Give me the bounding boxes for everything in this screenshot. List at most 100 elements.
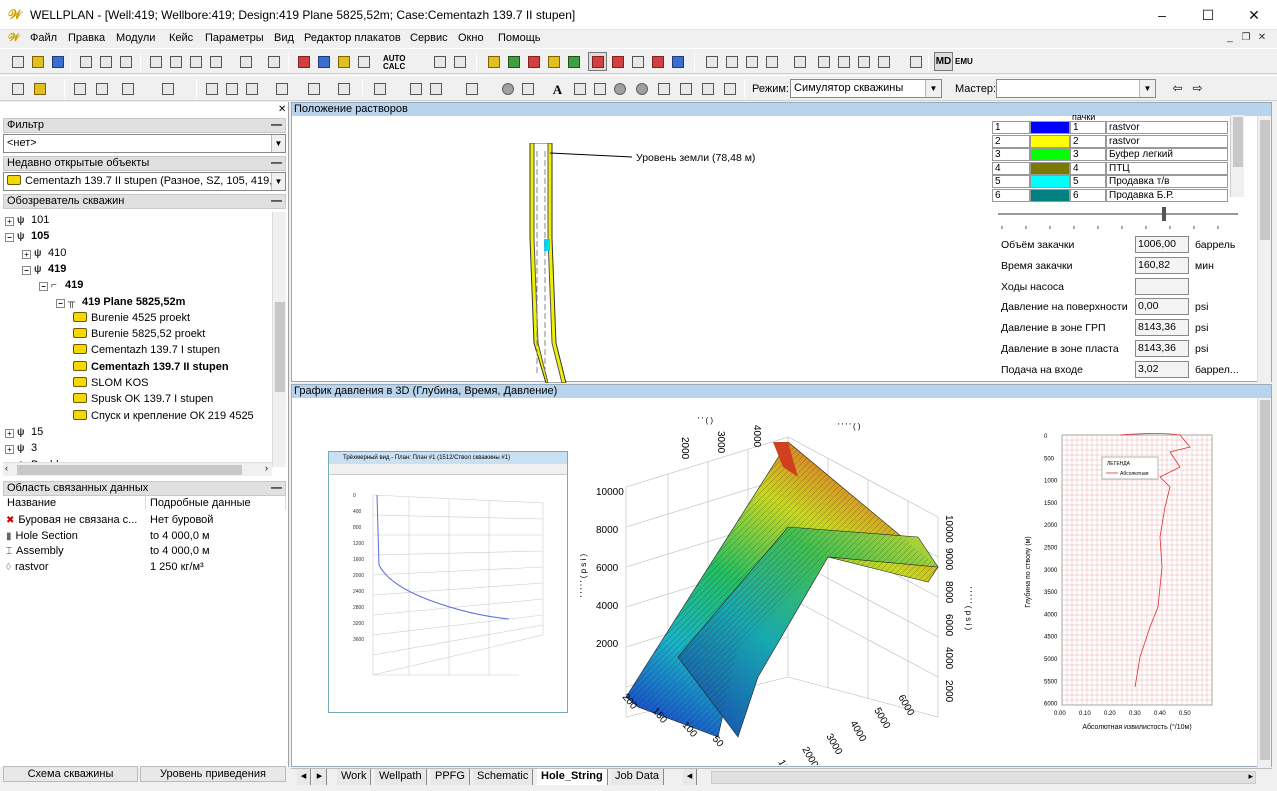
zoom-box-icon[interactable] — [722, 52, 741, 71]
app-logo-icon[interactable]: 𝒲 — [8, 7, 24, 23]
tree-item[interactable]: Spusk OK 139.7 I stupen — [73, 391, 213, 407]
notes-icon[interactable] — [906, 52, 925, 71]
folder-open-icon[interactable] — [334, 52, 353, 71]
tree-item[interactable]: Burenie 4525 proekt — [73, 310, 190, 326]
expand-icon[interactable]: + — [5, 217, 14, 226]
tree-item[interactable]: − ψ 419 — [22, 261, 66, 277]
tree-item[interactable]: + ψ 3 — [5, 440, 37, 456]
menu-service[interactable]: Сервис — [410, 32, 448, 44]
scale-icon[interactable] — [874, 52, 893, 71]
rounded-rect-icon[interactable] — [590, 79, 609, 98]
chevron-down-icon[interactable]: ▼ — [271, 173, 285, 190]
tree-item[interactable]: − ⌐ 419 — [39, 277, 83, 293]
time-slider[interactable] — [998, 205, 1238, 231]
tree-item[interactable]: Спуск и крепление ОК 219 4525 — [73, 408, 254, 424]
menu-help[interactable]: Помощь — [498, 32, 541, 44]
tab-job-data[interactable]: Job Data — [611, 769, 665, 785]
layout-icon[interactable] — [8, 79, 27, 98]
param-value-field[interactable]: 160,82 — [1135, 256, 1189, 274]
columns-icon[interactable] — [370, 79, 389, 98]
bring-front-icon[interactable] — [272, 79, 291, 98]
string-icon[interactable] — [504, 52, 523, 71]
collapse-icon[interactable]: − — [39, 282, 48, 292]
tree-item[interactable]: + ψ 101 — [5, 212, 49, 228]
related-row-name[interactable]: ⌶ Assembly — [6, 544, 144, 559]
tab-wellpath[interactable]: Wellpath — [375, 769, 427, 785]
chevron-down-icon[interactable]: ▼ — [271, 135, 285, 152]
tree-item[interactable]: − ╥ 419 Plane 5825,52m — [56, 294, 185, 310]
fluid-pack-number[interactable]: 2 — [1070, 134, 1106, 148]
fluid-color-swatch[interactable] — [1030, 161, 1070, 175]
grid-icon[interactable] — [814, 52, 833, 71]
pointer-icon[interactable] — [762, 52, 781, 71]
fluid-color-swatch[interactable] — [1030, 175, 1070, 188]
menu-case[interactable]: Кейс — [169, 32, 193, 44]
cementing-icon[interactable] — [648, 52, 667, 71]
select-arrow-icon[interactable] — [702, 52, 721, 71]
collapse-icon[interactable]: − — [56, 298, 65, 308]
arrow-tool-icon[interactable] — [720, 79, 739, 98]
related-row-name[interactable]: ✖ Буровая не связана с... — [6, 513, 144, 528]
menu-window[interactable]: Окно — [458, 32, 484, 44]
menu-file[interactable]: Файл — [30, 32, 57, 44]
fluid-pack-number[interactable]: 5 — [1070, 175, 1106, 188]
tree-horizontal-scrollbar[interactable]: ‹ › — [3, 462, 272, 476]
run-icon[interactable] — [314, 52, 333, 71]
collapse-icon[interactable]: − — [22, 265, 31, 275]
circle-tool-icon[interactable] — [632, 79, 651, 98]
panel-close-icon[interactable]: ✕ — [278, 104, 286, 115]
collapse-icon[interactable]: − — [5, 233, 14, 243]
warning-icon[interactable] — [294, 52, 313, 71]
window-icon[interactable] — [264, 52, 283, 71]
filter-select[interactable]: <нет> ▼ — [3, 134, 286, 153]
param-value-field[interactable]: 3,02 — [1135, 360, 1189, 378]
tree-vertical-scrollbar[interactable] — [272, 212, 286, 467]
new-file-icon[interactable] — [8, 52, 27, 71]
md-toggle-button[interactable]: MD — [934, 52, 953, 71]
fluid-color-swatch[interactable] — [1030, 121, 1070, 134]
text-tool-icon[interactable]: A — [548, 79, 567, 98]
recent-header[interactable]: Недавно открытые объекты — — [3, 156, 286, 171]
tab-ppfg[interactable]: PPFG — [431, 769, 470, 785]
graph-scrollbar[interactable] — [1257, 398, 1271, 767]
fluid-pack-number[interactable]: 3 — [1070, 148, 1106, 161]
explorer-header[interactable]: Обозреватель скважин — — [3, 194, 286, 209]
fluid-color-swatch[interactable] — [1030, 134, 1070, 148]
back-arrow-icon[interactable]: ⇦ — [1168, 79, 1187, 98]
tab-schematic[interactable]: Schematic — [473, 769, 534, 785]
table-icon[interactable] — [790, 52, 809, 71]
table-layout-icon[interactable] — [426, 79, 445, 98]
fluid-row-number[interactable]: 5 — [992, 175, 1030, 188]
fluid-row-number[interactable]: 3 — [992, 148, 1030, 161]
tab-reference-level[interactable]: Уровень приведения — [140, 766, 286, 782]
open-dropdown-icon[interactable] — [30, 79, 49, 98]
param-value-field[interactable]: 1006,00 — [1135, 236, 1189, 253]
tree-item[interactable]: Cementazh 139.7 II stupen — [73, 359, 229, 375]
copy-layout-icon[interactable] — [202, 79, 221, 98]
related-col-name[interactable]: Название — [3, 496, 146, 510]
mdi-close-icon[interactable]: ✕ — [1254, 32, 1270, 46]
chevron-down-icon[interactable]: ▼ — [925, 80, 941, 97]
fluid-name[interactable]: Продавка т/в — [1106, 175, 1228, 188]
tree-item[interactable]: + ψ 410 — [22, 245, 66, 261]
print-preview-icon[interactable] — [96, 52, 115, 71]
close-button[interactable]: ✕ — [1231, 0, 1277, 30]
copy-icon[interactable] — [186, 52, 205, 71]
line-tool-icon[interactable] — [654, 79, 673, 98]
pump-icon[interactable] — [544, 52, 563, 71]
polyline-tool-icon[interactable] — [676, 79, 695, 98]
solutions-scrollbar[interactable] — [1257, 116, 1271, 382]
mdi-restore-icon[interactable]: ❐ — [1238, 32, 1254, 46]
tab-well-schematic[interactable]: Схема скважины — [3, 766, 138, 782]
fluid-row-number[interactable]: 2 — [992, 134, 1030, 148]
tree-item[interactable]: + ψ 15 — [5, 424, 43, 440]
fluid-name[interactable]: Буфер легкий — [1106, 148, 1228, 161]
circle-pattern-icon[interactable] — [498, 79, 517, 98]
axis-icon[interactable] — [834, 52, 853, 71]
save-icon[interactable] — [48, 52, 67, 71]
fluid-pack-number[interactable]: 1 — [1070, 121, 1106, 134]
fluid-name[interactable]: Продавка Б.Р. — [1106, 188, 1228, 202]
print-icon[interactable] — [76, 52, 95, 71]
chevron-down-icon[interactable]: ▼ — [1139, 80, 1155, 97]
pan-icon[interactable] — [742, 52, 761, 71]
